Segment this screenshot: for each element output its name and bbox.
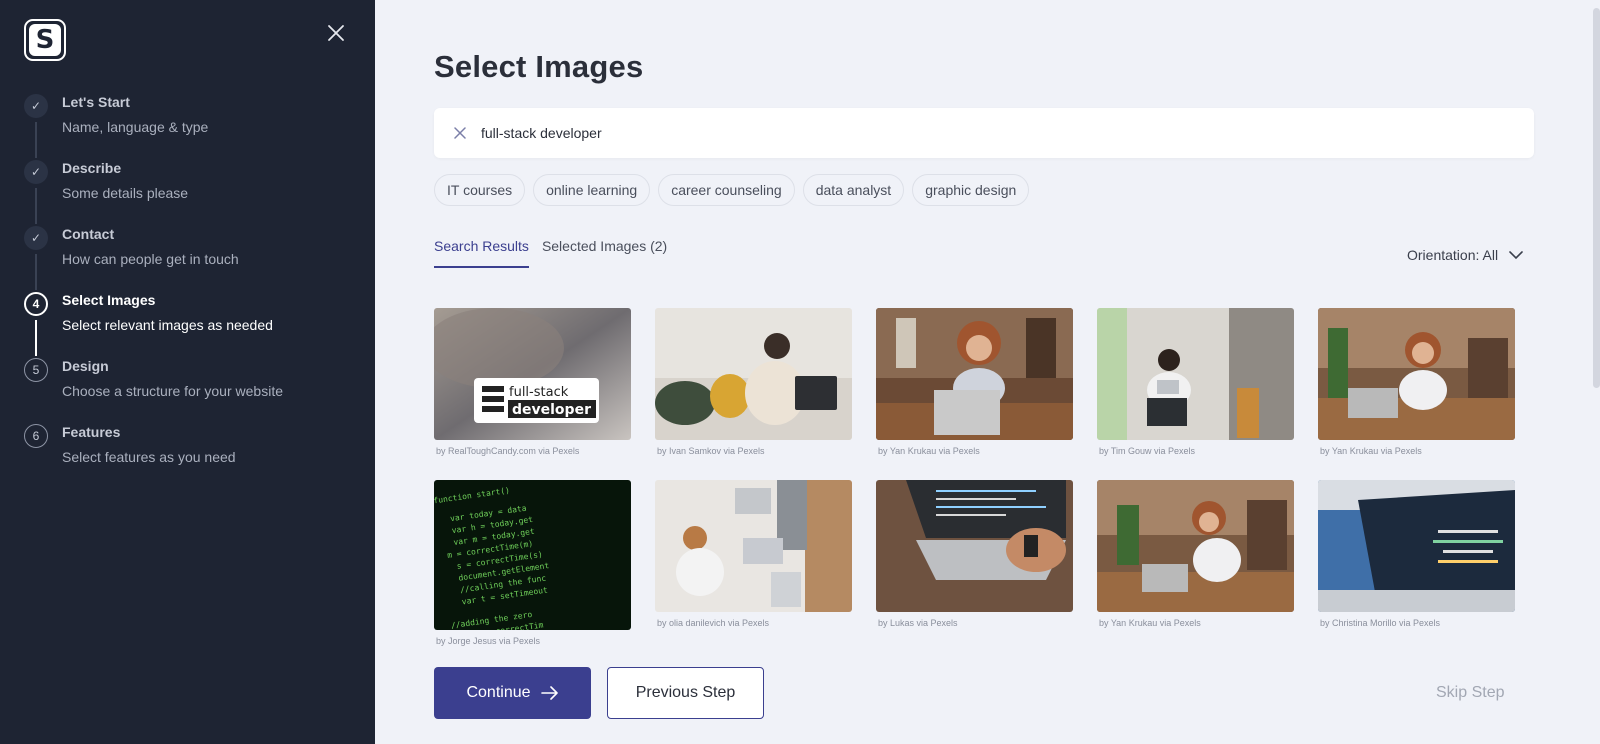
- step-design[interactable]: 5 Design Choose a structure for your web…: [24, 356, 354, 422]
- step-connector: [35, 188, 37, 224]
- step-lets-start[interactable]: ✓ Let's Start Name, language & type: [24, 92, 354, 158]
- step-subtitle: Select features as you need: [62, 449, 236, 465]
- app-logo[interactable]: S: [24, 19, 66, 61]
- step-connector: [35, 320, 37, 356]
- main-content: Select Images IT courses online learning…: [375, 0, 1600, 744]
- clear-search-icon[interactable]: [452, 125, 468, 141]
- wizard-steps: ✓ Let's Start Name, language & type ✓ De…: [24, 92, 354, 488]
- image-thumbnail[interactable]: [1097, 308, 1294, 440]
- close-icon[interactable]: [325, 22, 347, 44]
- step-connector: [35, 122, 37, 158]
- orientation-label: Orientation: All: [1407, 247, 1499, 263]
- image-credit: by Yan Krukau via Pexels: [878, 446, 980, 456]
- tab-search-results[interactable]: Search Results: [434, 238, 529, 268]
- image-credit: by Lukas via Pexels: [878, 618, 958, 628]
- sticker-line-1: full-stack: [509, 385, 569, 400]
- step-connector: [35, 254, 37, 290]
- step-done-check-icon: ✓: [24, 94, 48, 118]
- image-thumbnail[interactable]: full-stack developer: [434, 308, 631, 440]
- step-subtitle: Select relevant images as needed: [62, 317, 273, 333]
- results-tabs: Search Results Selected Images (2): [434, 238, 667, 268]
- image-card[interactable]: by olia danilevich via Pexels: [655, 480, 852, 628]
- sticker-line-2: developer: [512, 402, 591, 418]
- step-number: 6: [24, 424, 48, 448]
- image-thumbnail[interactable]: [1318, 480, 1515, 612]
- photo-laptop-sticker: full-stack developer: [434, 308, 631, 440]
- image-thumbnail[interactable]: [876, 308, 1073, 440]
- step-title: Features: [62, 424, 121, 440]
- image-thumbnail[interactable]: [1097, 480, 1294, 612]
- skip-step-link[interactable]: Skip Step: [1436, 684, 1504, 702]
- chip-it-courses[interactable]: IT courses: [434, 174, 526, 206]
- photo-woman-table: [1097, 480, 1294, 612]
- image-card[interactable]: by Yan Krukau via Pexels: [876, 308, 1073, 456]
- image-credit: by RealToughCandy.com via Pexels: [436, 446, 580, 456]
- image-card[interactable]: by Christina Morillo via Pexels: [1318, 480, 1515, 628]
- suggestion-chips: IT courses online learning career counse…: [434, 174, 1030, 206]
- image-credit: by Yan Krukau via Pexels: [1320, 446, 1422, 456]
- step-title: Contact: [62, 226, 115, 242]
- photo-man-office: [1097, 308, 1294, 440]
- image-card[interactable]: function start() var today = data var h …: [434, 480, 631, 646]
- image-thumbnail[interactable]: [1318, 308, 1515, 440]
- step-subtitle: Some details please: [62, 185, 189, 201]
- photo-typing-laptop: [876, 480, 1073, 612]
- step-subtitle: How can people get in touch: [62, 251, 239, 267]
- step-contact[interactable]: ✓ Contact How can people get in touch: [24, 224, 354, 290]
- step-title: Let's Start: [62, 94, 130, 110]
- step-describe[interactable]: ✓ Describe Some details please: [24, 158, 354, 224]
- step-title: Select Images: [62, 292, 156, 308]
- step-title: Describe: [62, 160, 122, 176]
- image-card[interactable]: by Yan Krukau via Pexels: [1318, 308, 1515, 456]
- orientation-dropdown[interactable]: Orientation: All: [1407, 247, 1524, 263]
- image-thumbnail[interactable]: [876, 480, 1073, 612]
- continue-label: Continue: [466, 684, 531, 701]
- image-card[interactable]: by Lukas via Pexels: [876, 480, 1073, 628]
- step-subtitle: Name, language & type: [62, 119, 209, 135]
- sidebar: S ✓ Let's Start Name, language & type ✓ …: [0, 0, 375, 744]
- image-credit: by Ivan Samkov via Pexels: [657, 446, 765, 456]
- image-credit: by Jorge Jesus via Pexels: [436, 636, 541, 646]
- photo-laptop-code: [1318, 480, 1515, 612]
- previous-label: Previous Step: [635, 684, 736, 701]
- image-card[interactable]: by Ivan Samkov via Pexels: [655, 308, 852, 456]
- step-number: 4: [24, 292, 48, 316]
- search-input[interactable]: [481, 122, 1381, 144]
- image-card[interactable]: full-stack developer by RealToughCandy.c…: [434, 308, 631, 456]
- search-box: [434, 108, 1534, 158]
- photo-frustrated-woman: [876, 308, 1073, 440]
- photo-code-screen: function start() var today = data var h …: [434, 480, 631, 630]
- step-select-images[interactable]: 4 Select Images Select relevant images a…: [24, 290, 354, 356]
- image-credit: by Christina Morillo via Pexels: [1320, 618, 1441, 628]
- chip-online-learning[interactable]: online learning: [533, 174, 651, 206]
- step-done-check-icon: ✓: [24, 226, 48, 250]
- image-thumbnail[interactable]: function start() var today = data var h …: [434, 480, 631, 630]
- image-thumbnail[interactable]: [655, 308, 852, 440]
- photo-desk-overhead: [655, 480, 852, 612]
- continue-button[interactable]: Continue: [434, 667, 591, 719]
- chip-career-counseling[interactable]: career counseling: [658, 174, 795, 206]
- step-subtitle: Choose a structure for your website: [62, 383, 283, 399]
- arrow-right-icon: [540, 686, 558, 700]
- step-title: Design: [62, 358, 109, 374]
- photo-woman-laptop-sofa: [655, 308, 852, 440]
- chip-graphic-design[interactable]: graphic design: [912, 174, 1030, 206]
- image-credit: by Tim Gouw via Pexels: [1099, 446, 1196, 456]
- logo-letter: S: [35, 25, 55, 55]
- chip-data-analyst[interactable]: data analyst: [802, 174, 905, 206]
- previous-step-button[interactable]: Previous Step: [607, 667, 764, 719]
- scrollbar[interactable]: [1593, 8, 1600, 388]
- image-card[interactable]: by Yan Krukau via Pexels: [1097, 480, 1294, 628]
- page-title: Select Images: [434, 49, 644, 84]
- image-credit: by olia danilevich via Pexels: [657, 618, 770, 628]
- image-thumbnail[interactable]: [655, 480, 852, 612]
- chevron-down-icon: [1509, 251, 1523, 260]
- tab-selected-images[interactable]: Selected Images (2): [542, 238, 667, 268]
- step-features[interactable]: 6 Features Select features as you need: [24, 422, 354, 488]
- step-done-check-icon: ✓: [24, 160, 48, 184]
- image-card[interactable]: by Tim Gouw via Pexels: [1097, 308, 1294, 456]
- photo-woman-cafe: [1318, 308, 1515, 440]
- image-credit: by Yan Krukau via Pexels: [1099, 618, 1201, 628]
- step-number: 5: [24, 358, 48, 382]
